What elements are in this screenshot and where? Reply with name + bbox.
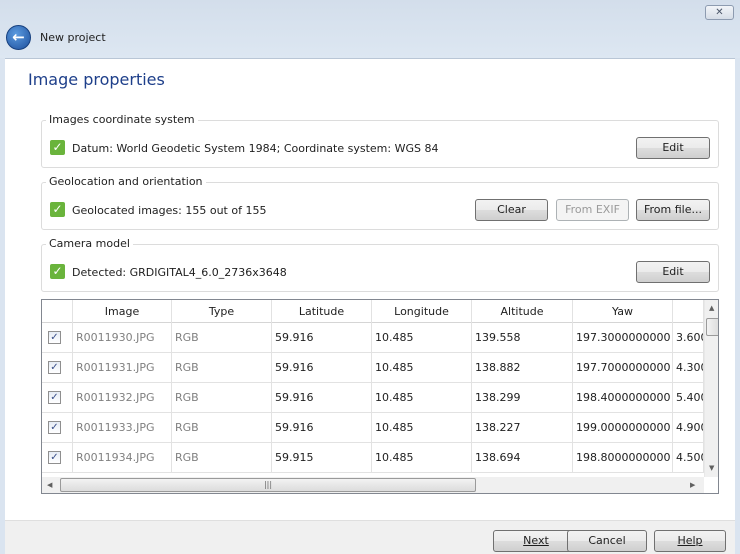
horizontal-scrollbar[interactable]: ◀ ||| ▶ [42, 477, 704, 493]
table-cell: 139.558 [472, 323, 573, 353]
title-bar [0, 0, 740, 58]
window-title: New project [40, 31, 106, 44]
column-header[interactable]: Altitude [472, 300, 573, 323]
checkmark-icon: ✓ [48, 451, 61, 464]
column-header[interactable]: Latitude [272, 300, 372, 323]
clear-button[interactable]: Clear [475, 199, 548, 221]
table-cell: 3.600 [673, 323, 704, 353]
scroll-thumb[interactable]: ||| [60, 478, 476, 492]
checkmark-icon: ✓ [48, 361, 61, 374]
back-button[interactable]: ← [6, 25, 31, 50]
table-cell: R0011933.JPG [73, 413, 172, 443]
table-cell: RGB [172, 323, 272, 353]
images-table: Image Type Latitude Longitude Altitude Yaw ✓ R… [41, 299, 719, 494]
column-header[interactable]: Yaw [573, 300, 673, 323]
table-cell: 138.882 [472, 353, 573, 383]
camera-model-group: Camera model ✓ Detected: GRDIGITAL4_6.0_… [41, 237, 719, 292]
table-cell: 4.500 [673, 443, 704, 473]
footer: Next Cancel Help [5, 520, 735, 554]
table-cell: 10.485 [372, 383, 472, 413]
column-header[interactable]: Image [73, 300, 172, 323]
row-checkbox[interactable]: ✓ [42, 353, 73, 383]
scroll-down-icon[interactable]: ▼ [709, 464, 714, 472]
table-cell: 59.916 [272, 353, 372, 383]
coord-system-group: Images coordinate system ✓ Datum: World … [41, 113, 719, 168]
column-header[interactable]: Type [172, 300, 272, 323]
group-label: Images coordinate system [46, 113, 198, 126]
table-cell: 59.916 [272, 383, 372, 413]
row-checkbox[interactable]: ✓ [42, 323, 73, 353]
table-cell: 198.4000000000 [573, 383, 673, 413]
checkmark-icon: ✓ [48, 331, 61, 344]
table-cell: R0011931.JPG [73, 353, 172, 383]
table-cell: 59.916 [272, 413, 372, 443]
check-icon: ✓ [50, 264, 65, 279]
table-cell: RGB [172, 443, 272, 473]
arrow-left-icon: ← [12, 28, 25, 46]
group-label: Geolocation and orientation [46, 175, 206, 188]
column-header[interactable] [673, 300, 704, 323]
table-cell: R0011934.JPG [73, 443, 172, 473]
coord-system-text: Datum: World Geodetic System 1984; Coord… [72, 142, 439, 155]
row-checkbox[interactable]: ✓ [42, 443, 73, 473]
page-title: Image properties [28, 70, 165, 89]
geolocation-text: Geolocated images: 155 out of 155 [72, 204, 267, 217]
table-cell: 5.400 [673, 383, 704, 413]
table-cell: 10.485 [372, 443, 472, 473]
camera-text: Detected: GRDIGITAL4_6.0_2736x3648 [72, 266, 287, 279]
scroll-thumb[interactable] [706, 318, 718, 336]
table-cell: R0011932.JPG [73, 383, 172, 413]
table-cell: 10.485 [372, 353, 472, 383]
edit-coord-button[interactable]: Edit [636, 137, 710, 159]
table-cell: 59.915 [272, 443, 372, 473]
close-button[interactable]: ✕ [705, 5, 734, 20]
cancel-button[interactable]: Cancel [567, 530, 647, 552]
next-label: Next [523, 534, 549, 547]
table-cell: 197.7000000000 [573, 353, 673, 383]
scroll-right-icon[interactable]: ▶ [690, 481, 695, 489]
table-cell: 138.694 [472, 443, 573, 473]
column-header[interactable]: Longitude [372, 300, 472, 323]
group-label: Camera model [46, 237, 133, 250]
header-checkbox [42, 300, 73, 323]
table-cell: 138.299 [472, 383, 573, 413]
checkmark-icon: ✓ [48, 391, 61, 404]
table-cell: 10.485 [372, 323, 472, 353]
table-cell: 4.300 [673, 353, 704, 383]
table-cell: RGB [172, 383, 272, 413]
check-icon: ✓ [50, 140, 65, 155]
vertical-scrollbar[interactable]: ▲ ▼ [704, 300, 718, 477]
table-cell: 197.3000000000 [573, 323, 673, 353]
table-cell: 10.485 [372, 413, 472, 443]
table-cell: 198.8000000000 [573, 443, 673, 473]
table-cell: 138.227 [472, 413, 573, 443]
table-cell: 4.900 [673, 413, 704, 443]
table-cell: 199.0000000000 [573, 413, 673, 443]
scroll-left-icon[interactable]: ◀ [47, 481, 52, 489]
checkmark-icon: ✓ [48, 421, 61, 434]
scroll-up-icon[interactable]: ▲ [709, 304, 714, 312]
edit-camera-button[interactable]: Edit [636, 261, 710, 283]
row-checkbox[interactable]: ✓ [42, 383, 73, 413]
table-cell: RGB [172, 413, 272, 443]
table-cell: RGB [172, 353, 272, 383]
geolocation-group: Geolocation and orientation ✓ Geolocated… [41, 175, 719, 230]
table-cell: 59.916 [272, 323, 372, 353]
from-exif-button[interactable]: From EXIF [556, 199, 629, 221]
from-file-button[interactable]: From file... [636, 199, 710, 221]
help-label: Help [677, 534, 703, 547]
row-checkbox[interactable]: ✓ [42, 413, 73, 443]
help-button[interactable]: Help [654, 530, 726, 552]
check-icon: ✓ [50, 202, 65, 217]
table-header: Image Type Latitude Longitude Altitude Yaw [42, 300, 704, 323]
table-cell: R0011930.JPG [73, 323, 172, 353]
